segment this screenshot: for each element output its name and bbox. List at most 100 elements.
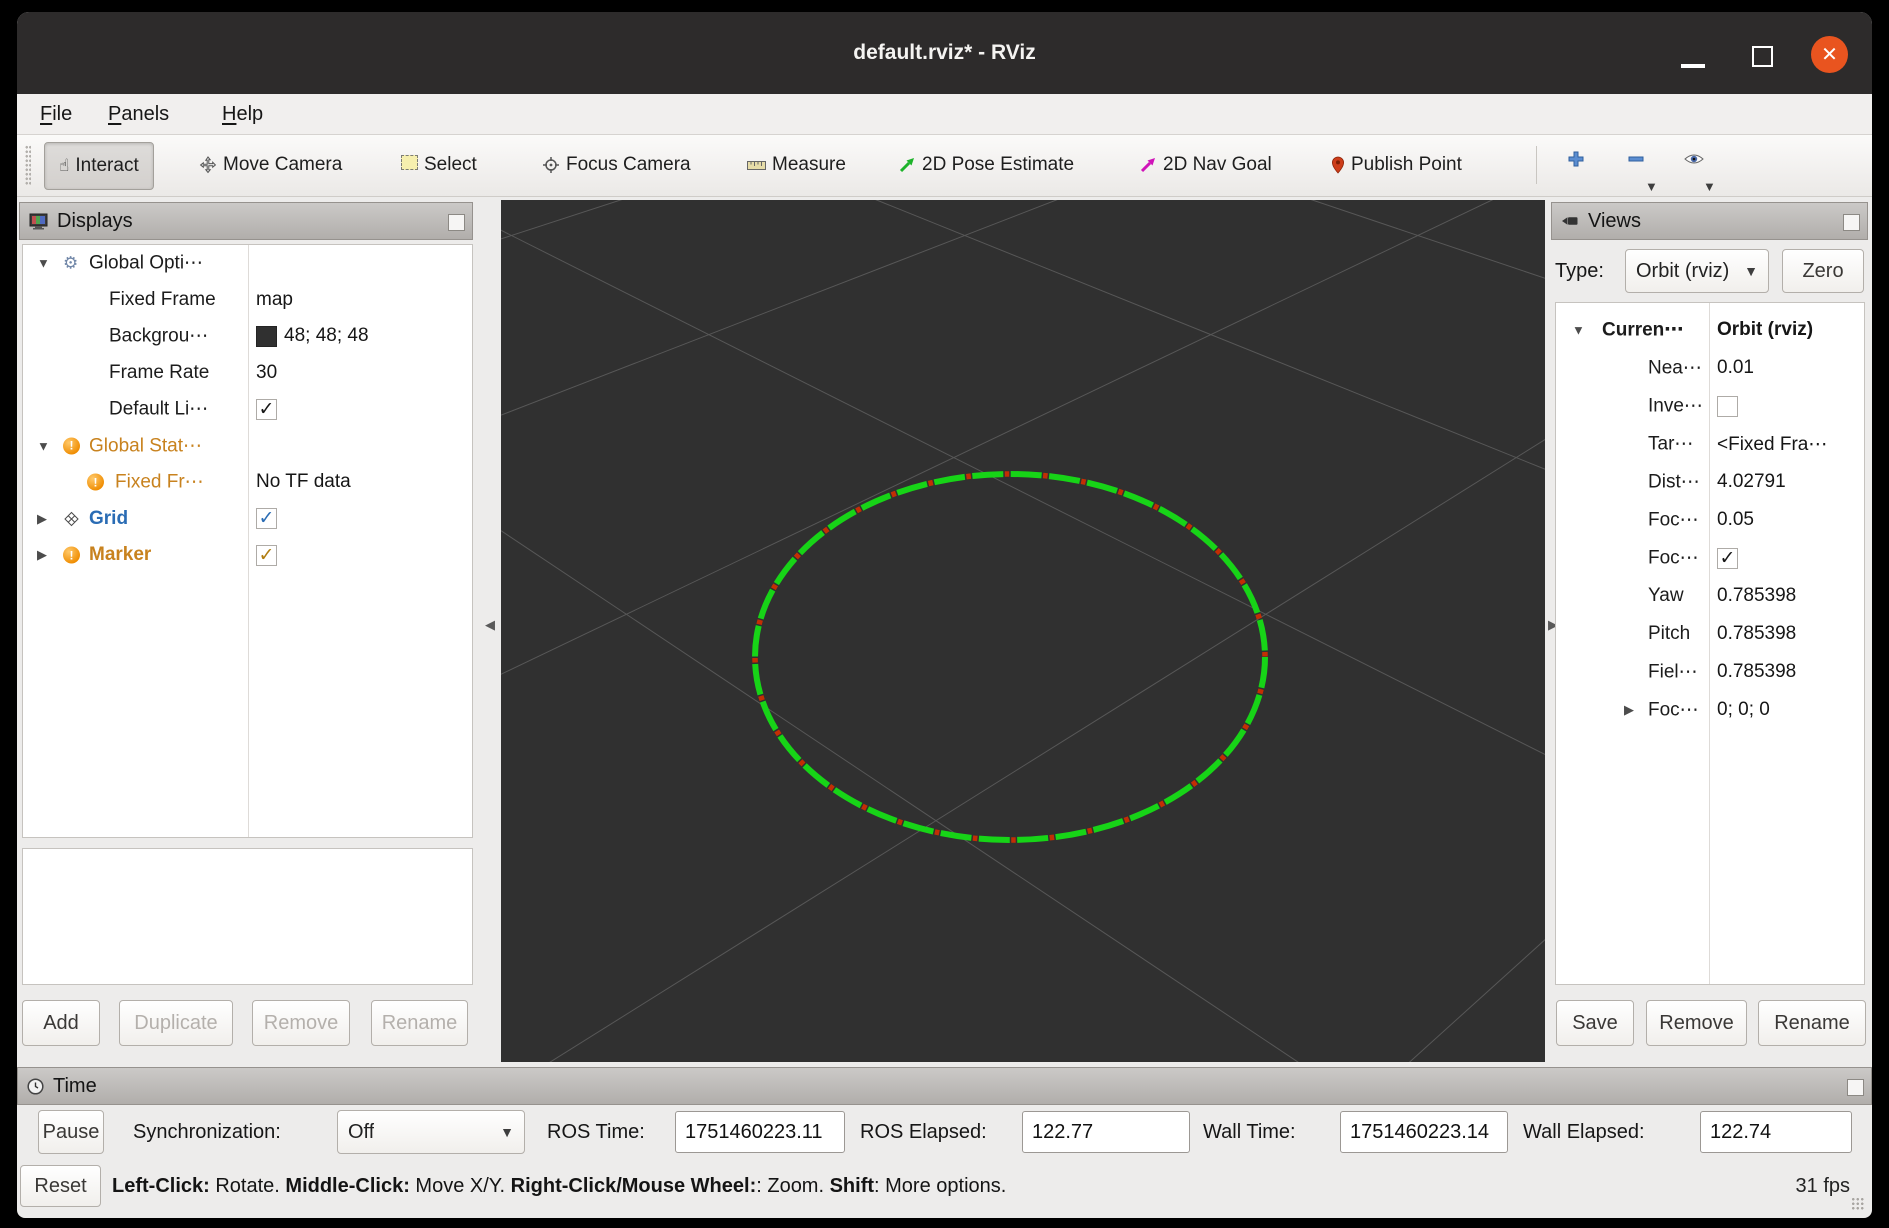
displays-row-6[interactable]: !Fixed Fr⋯No TF data [23,464,472,501]
views-row-3[interactable]: Tar⋯<Fixed Fra⋯ [1556,425,1864,463]
collapse-left-panel-arrow-icon[interactable]: ◀ [485,617,495,633]
views-row-8[interactable]: Pitch0.785398 [1556,615,1864,653]
views-row-7[interactable]: Yaw0.785398 [1556,577,1864,615]
views-row-1[interactable]: Nea⋯0.01 [1556,349,1864,387]
remove-button[interactable]: Remove [252,1000,350,1046]
checkbox[interactable]: ✓ [256,545,277,566]
views-row-value[interactable]: 0.785398 [1717,623,1796,645]
displays-row-label: Global Opti⋯ [89,252,203,275]
resize-grip[interactable] [1851,1197,1864,1210]
ros-time-field[interactable]: 1751460223.11 [675,1111,845,1153]
displays-row-8[interactable]: ▶!Marker✓ [23,537,472,574]
views-row-value[interactable]: 0.05 [1717,509,1754,531]
menu-panels[interactable]: Panels [108,94,169,134]
checkbox[interactable]: ✓ [256,508,277,529]
views-row-value[interactable]: <Fixed Fra⋯ [1717,433,1827,456]
ros-elapsed-field[interactable]: 122.77 [1022,1111,1190,1153]
tool-focus-camera[interactable]: Focus Camera [542,142,691,188]
toolbar-drag-handle[interactable] [25,145,31,185]
eye-tool-button[interactable] [1681,148,1707,174]
save-button[interactable]: Save [1556,1000,1634,1046]
displays-row-label: Fixed Fr⋯ [115,471,204,494]
tool-2d-nav-goal[interactable]: 2D Nav Goal [1139,142,1272,188]
remove-button[interactable]: Remove [1646,1000,1747,1046]
displays-row-value[interactable]: map [256,289,293,311]
displays-row-2[interactable]: Backgrou⋯48; 48; 48 [23,318,472,355]
plus-tool-button[interactable] [1563,148,1589,174]
views-row-6[interactable]: Foc⋯✓ [1556,539,1864,577]
minus-tool-button[interactable] [1623,148,1649,174]
view-type-label: Type: [1555,249,1604,293]
panel-dock-button[interactable] [1843,214,1860,231]
views-row-label: Fiel⋯ [1648,661,1698,684]
green-arrow-icon [898,156,916,174]
expand-arrow-icon[interactable]: ▶ [37,547,47,563]
checkbox[interactable] [1717,396,1738,417]
views-row-value[interactable]: 0.785398 [1717,585,1796,607]
map-pin-icon [1331,156,1345,174]
help-segment: : Zoom. [756,1175,829,1198]
rename-button[interactable]: Rename [1758,1000,1866,1046]
collapse-arrow-icon[interactable]: ▼ [37,256,50,271]
views-row-9[interactable]: Fiel⋯ 0.785398 [1556,653,1864,691]
checkbox[interactable]: ✓ [256,399,277,420]
expand-arrow-icon[interactable]: ▶ [1624,702,1634,718]
collapse-arrow-icon[interactable]: ▼ [1572,323,1585,338]
wall-time-field[interactable]: 1751460223.14 [1340,1111,1508,1153]
views-row-value[interactable]: 4.02791 [1717,471,1786,493]
zero-button[interactable]: Zero [1782,249,1864,293]
help-segment: Left-Click: [112,1175,210,1198]
minimize-button[interactable] [1681,64,1705,68]
view-type-dropdown[interactable]: Orbit (rviz) ▼ [1625,249,1769,293]
add-button[interactable]: Add [22,1000,100,1046]
displays-row-0[interactable]: ▼⚙Global Opti⋯ [23,245,472,282]
tool-interact[interactable]: ☝Interact [44,142,154,190]
displays-row-value[interactable]: No TF data [256,471,351,493]
tool-measure[interactable]: Measure [747,142,846,188]
displays-row-7[interactable]: ▶Grid✓ [23,501,472,538]
color-swatch[interactable] [256,326,277,347]
pause-button[interactable]: Pause [38,1110,104,1154]
views-row-value[interactable]: 0.785398 [1717,661,1796,683]
eye-icon [1684,152,1704,171]
toolbar-separator [1536,146,1537,184]
reset-button[interactable]: Reset [20,1165,101,1207]
chevron-down-icon[interactable]: ▼ [1703,179,1716,194]
tool-label: Select [424,154,477,176]
views-row-10[interactable]: ▶Foc⋯0; 0; 0 [1556,691,1864,729]
checkbox[interactable]: ✓ [1717,548,1738,569]
time-panel-title: Time [53,1075,97,1098]
displays-row-value[interactable]: 48; 48; 48 [284,325,369,347]
displays-row-3[interactable]: Frame Rate30 [23,355,472,392]
close-button[interactable]: ✕ [1811,36,1848,73]
3d-viewport[interactable] [501,200,1545,1062]
duplicate-button[interactable]: Duplicate [119,1000,233,1046]
views-row-5[interactable]: Foc⋯0.05 [1556,501,1864,539]
tool-move-camera[interactable]: Move Camera [199,142,342,188]
tool-select[interactable]: Select [401,142,477,188]
rename-button[interactable]: Rename [371,1000,468,1046]
menu-file[interactable]: File [40,94,72,134]
maximize-button[interactable] [1752,46,1773,67]
synchronization-dropdown[interactable]: Off ▼ [337,1110,525,1154]
displays-row-value[interactable]: 30 [256,362,277,384]
collapse-arrow-icon[interactable]: ▼ [37,438,50,453]
expand-arrow-icon[interactable]: ▶ [37,511,47,527]
menu-help[interactable]: Help [222,94,263,134]
wall-elapsed-field[interactable]: 122.74 [1700,1111,1852,1153]
tool-publish-point[interactable]: Publish Point [1331,142,1462,188]
views-row-value[interactable]: 0.01 [1717,357,1754,379]
panel-dock-button[interactable] [448,214,465,231]
views-row-value[interactable]: Orbit (rviz) [1717,319,1813,341]
views-row-4[interactable]: Dist⋯4.02791 [1556,463,1864,501]
displays-row-4[interactable]: Default Li⋯✓ [23,391,472,428]
selection-box-icon [401,154,418,176]
views-row-0[interactable]: ▼Curren⋯Orbit (rviz) [1556,311,1864,349]
tool-2d-pose-estimate[interactable]: 2D Pose Estimate [898,142,1074,188]
chevron-down-icon[interactable]: ▼ [1645,179,1658,194]
views-row-2[interactable]: Inve⋯ [1556,387,1864,425]
views-row-value[interactable]: 0; 0; 0 [1717,699,1770,721]
panel-dock-button[interactable] [1847,1079,1864,1096]
displays-row-1[interactable]: Fixed Framemap [23,282,472,319]
displays-row-5[interactable]: ▼!Global Stat⋯ [23,428,472,465]
